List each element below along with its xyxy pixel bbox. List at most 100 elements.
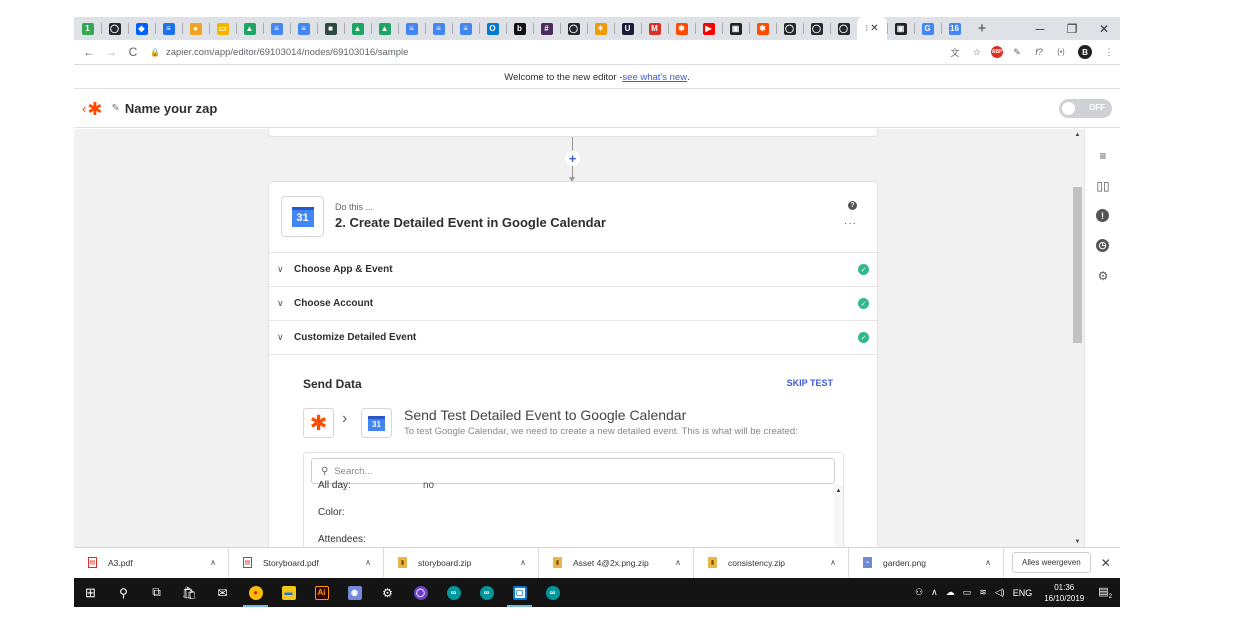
url-field[interactable]: 🔒 zapier.com/app/editor/69103014/nodes/6…	[150, 47, 944, 58]
browser-tab[interactable]: ✱	[749, 17, 776, 40]
browser-menu-icon[interactable]: ⋮	[1101, 44, 1117, 60]
download-item[interactable]: ▮ Asset 4@2x.png.zip ∧	[539, 547, 694, 578]
browser-tab[interactable]: ▭	[209, 17, 236, 40]
wifi-icon[interactable]: ≋	[979, 587, 987, 598]
language-indicator[interactable]: ENG	[1013, 588, 1033, 598]
chevron-up-icon[interactable]: ∧	[210, 558, 216, 567]
chevron-up-icon[interactable]: ∧	[985, 558, 991, 567]
close-download-bar-icon[interactable]: ✕	[1101, 556, 1111, 570]
more-options-icon[interactable]: ···	[844, 218, 857, 229]
tray-app-icon[interactable]: ☁	[946, 587, 955, 598]
illustrator-icon[interactable]: Ai	[305, 578, 338, 607]
zapier-logo[interactable]: ✱	[87, 100, 102, 118]
formula-extension-icon[interactable]: f?	[1031, 44, 1047, 60]
scrollbar-thumb[interactable]	[1073, 187, 1082, 343]
browser-tab[interactable]: ≡	[290, 17, 317, 40]
browser-tab[interactable]: O	[479, 17, 506, 40]
json-extension-icon[interactable]: {•}	[1053, 44, 1069, 60]
preview-scrollbar[interactable]: ▲	[834, 485, 843, 547]
search-input[interactable]: ⚲ Search...	[311, 458, 835, 484]
browser-tab[interactable]: ✱	[668, 17, 695, 40]
zap-on-off-toggle[interactable]: OFF	[1059, 99, 1112, 118]
details-lines-icon[interactable]: ≡	[1094, 147, 1112, 165]
section-choose-app-event[interactable]: ∨ Choose App & Event ✓	[269, 253, 877, 287]
browser-tab[interactable]: 1	[74, 17, 101, 40]
chevron-up-icon[interactable]: ∧	[675, 558, 681, 567]
canvas-scrollbar[interactable]: ▲ ▼	[1071, 129, 1084, 547]
people-icon[interactable]: ⚇	[915, 587, 923, 598]
download-item[interactable]: ▤ A3.pdf ∧	[74, 547, 229, 578]
notifications-icon[interactable]: ▤2	[1098, 585, 1112, 600]
browser-tab[interactable]: ▣	[722, 17, 749, 40]
browser-tab[interactable]: ◯	[776, 17, 803, 40]
skip-test-button[interactable]: SKIP TEST	[787, 378, 833, 388]
zap-name[interactable]: Name your zap	[125, 101, 217, 116]
browser-tab[interactable]: 16	[941, 17, 968, 40]
browser-tab[interactable]: ≡	[425, 17, 452, 40]
scroll-up-icon[interactable]: ▲	[1071, 132, 1084, 138]
download-item[interactable]: ▪ garden.png ∧	[849, 547, 1004, 578]
gear-icon[interactable]: ⚙	[1094, 267, 1112, 285]
arduino-icon[interactable]: ∞	[437, 578, 470, 607]
close-tab-icon[interactable]: ✕	[870, 23, 878, 34]
browser-tab[interactable]: ◯	[830, 17, 857, 40]
forward-button[interactable]: →	[100, 40, 122, 65]
help-icon[interactable]: ?	[848, 201, 857, 210]
profile-avatar[interactable]: B	[1078, 45, 1092, 59]
browser-tab[interactable]: M	[641, 17, 668, 40]
browser-tab[interactable]: ●	[182, 17, 209, 40]
browser-tab[interactable]: ◯	[560, 17, 587, 40]
browser-tab[interactable]: ▣	[887, 17, 914, 40]
task-view-icon[interactable]: ⧉	[140, 578, 173, 607]
see-whats-new-link[interactable]: see what's new	[622, 72, 687, 83]
browser-tab-active[interactable]: ⁝ ✕	[857, 17, 887, 40]
chrome-icon[interactable]: ●	[239, 578, 272, 607]
show-all-downloads-button[interactable]: Alles weergeven	[1012, 552, 1091, 573]
browser-tab[interactable]: b	[506, 17, 533, 40]
alert-icon[interactable]: !	[1096, 209, 1109, 222]
battery-icon[interactable]: ▭	[963, 587, 972, 598]
section-customize-detailed-event[interactable]: ∨ Customize Detailed Event ✓	[269, 321, 877, 355]
browser-tab[interactable]: ≡	[263, 17, 290, 40]
browser-tab[interactable]: U	[614, 17, 641, 40]
mail-icon[interactable]: ✉	[206, 578, 239, 607]
browser-tab[interactable]: G	[914, 17, 941, 40]
arduino-icon[interactable]: ∞	[536, 578, 569, 607]
browser-tab[interactable]: ✶	[587, 17, 614, 40]
store-icon[interactable]: 🛍	[173, 578, 206, 607]
windows-start-icon[interactable]: ⊞	[74, 578, 107, 607]
reload-button[interactable]: C	[122, 40, 144, 65]
browser-tab[interactable]: ≡	[155, 17, 182, 40]
adblock-icon[interactable]: ABP	[991, 46, 1003, 58]
volume-icon[interactable]: ◁)	[995, 587, 1005, 598]
github-desktop-icon[interactable]: ◯	[404, 578, 437, 607]
clock[interactable]: 01:36 16/10/2019	[1044, 582, 1084, 604]
tray-expand-icon[interactable]: ∧	[931, 587, 938, 598]
browser-tab[interactable]: ◯	[803, 17, 830, 40]
chevron-up-icon[interactable]: ∧	[520, 558, 526, 567]
bookmark-star-icon[interactable]: ☆	[969, 44, 985, 60]
scroll-down-icon[interactable]: ▼	[1071, 539, 1084, 545]
browser-tab[interactable]: ▲	[371, 17, 398, 40]
scroll-up-icon[interactable]: ▲	[834, 488, 843, 494]
browser-tab[interactable]: ≡	[452, 17, 479, 40]
browser-tab[interactable]: ▶	[695, 17, 722, 40]
browser-tab[interactable]: ▲	[344, 17, 371, 40]
search-icon[interactable]: ⚲	[107, 578, 140, 607]
browser-tab[interactable]: ◯	[101, 17, 128, 40]
back-chevron-icon[interactable]: ‹	[82, 101, 86, 116]
back-button[interactable]: ←	[78, 40, 100, 65]
arduino-icon[interactable]: ∞	[470, 578, 503, 607]
browser-tab[interactable]: ◆	[128, 17, 155, 40]
app-window-icon[interactable]: ▢	[503, 578, 536, 607]
translate-icon[interactable]: 文	[947, 44, 963, 60]
file-explorer-icon[interactable]: ▬	[272, 578, 305, 607]
discord-icon[interactable]: ◉	[338, 578, 371, 607]
download-item[interactable]: ▤ Storyboard.pdf ∧	[229, 547, 384, 578]
browser-tab[interactable]: ■	[317, 17, 344, 40]
browser-tab[interactable]: #	[533, 17, 560, 40]
pen-extension-icon[interactable]: ✎	[1009, 44, 1025, 60]
download-item[interactable]: ▮ consistency.zip ∧	[694, 547, 849, 578]
book-icon[interactable]: ▯▯	[1094, 177, 1112, 195]
maximize-button[interactable]: ❐	[1056, 17, 1088, 40]
